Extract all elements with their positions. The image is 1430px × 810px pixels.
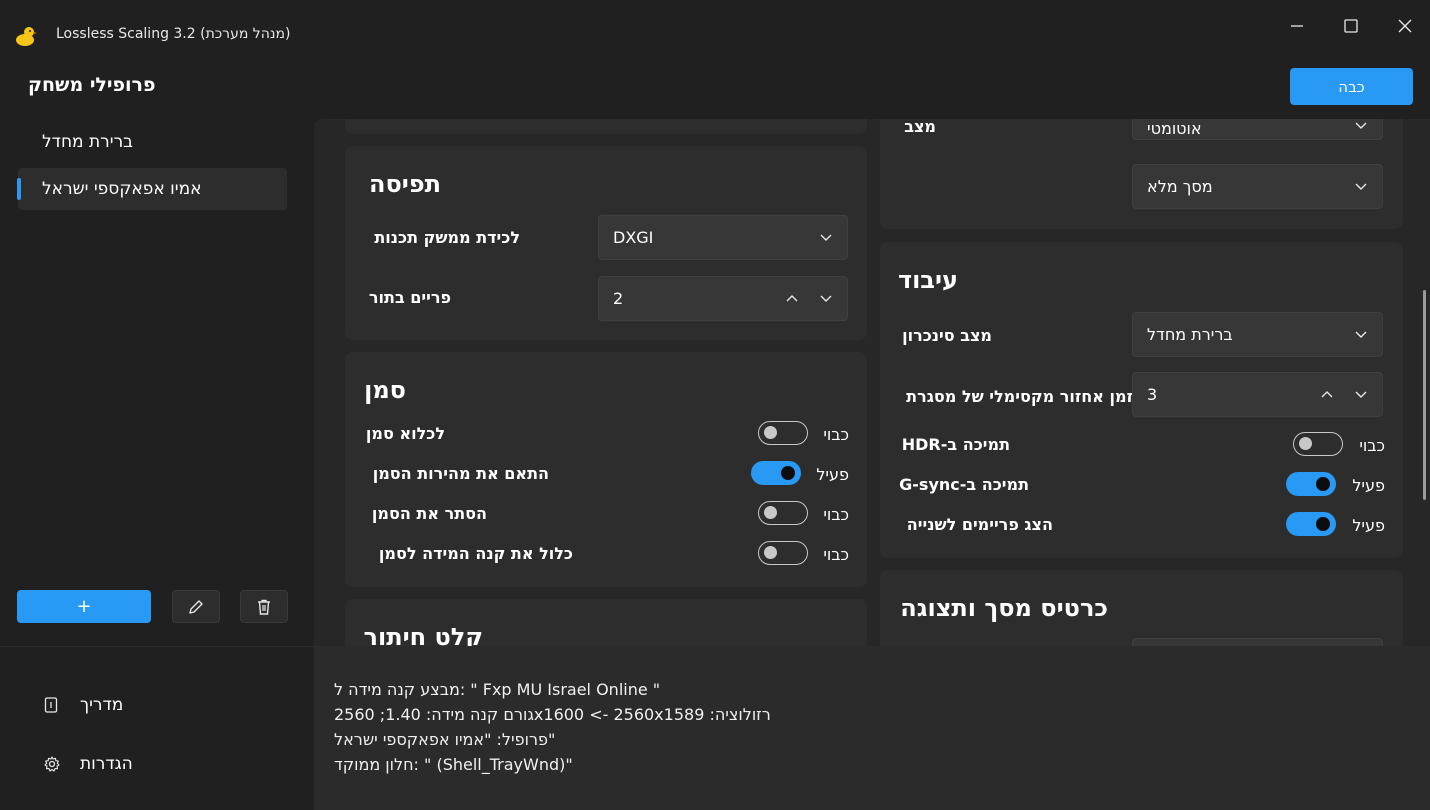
turn-off-button[interactable]: כבה [1290,68,1413,105]
scale-cursor-state: כבוי [823,545,849,564]
fullscreen-value: מסך מלא [1147,177,1213,196]
gsync-support-state: פעיל [1352,476,1385,495]
settings-label: הגדרות [80,754,133,774]
maximize-icon [1344,19,1358,33]
info-line-focused-window: חלון ממוקד: " (Shell_TrayWnd)" [334,755,573,774]
draw-fps-toggle[interactable] [1286,512,1336,536]
chevron-down-icon [1355,183,1367,190]
hdr-support-label: תמיכה ב-HDR [901,435,1010,454]
title-bar: Lossless Scaling 3.2 (מנהל מערכת) [0,0,1430,60]
gpu-dropdown[interactable] [1132,638,1383,646]
hdr-support-toggle[interactable] [1293,432,1343,456]
max-frame-latency-stepper[interactable]: 3 [1132,372,1383,417]
scaling-info-panel: מבצע קנה מידה ל: " Fxp MU Israel Online … [314,646,1430,810]
gpu-display-title: כרטיס מסך ותצוגה [900,594,1108,622]
hdr-support-state: כבוי [1359,436,1385,455]
draw-fps-label: הצג פריימים לשנייה [906,515,1053,534]
clip-cursor-toggle[interactable] [758,421,808,445]
scrollbar-thumb[interactable] [1423,290,1426,500]
crop-input-card: קלט חיתור [345,599,867,646]
mode-label: מצב [904,119,936,136]
chevron-down-icon[interactable] [1354,387,1368,401]
maximize-button[interactable] [1324,0,1378,52]
chevron-down-icon [1355,331,1367,338]
minimize-icon [1291,25,1303,27]
chevron-down-icon [1355,122,1367,129]
guide-nav-item[interactable]: מדריך [44,695,123,715]
processing-card: עיבוד מצב סינכרון ברירת מחדל זמן אחזור מ… [880,242,1403,558]
mode-value: אוטומטי [1147,119,1202,138]
sync-mode-label: מצב סינכרון [902,326,992,345]
pencil-icon [189,599,203,614]
info-line-scale-factor: גורם קנה מידה: 1.40; 2560x1600 <- 2560x1… [334,705,771,724]
adjust-cursor-speed-label: התאם את מהירות הסמן [372,464,549,483]
duck-logo-icon [16,27,37,46]
capture-card: תפיסה לכידת ממשק תכנות DXGI פריים בתור 2 [345,146,867,340]
book-icon [44,697,58,713]
cursor-card: סמן לכלוא סמן כבוי התאם את מהירות הסמן פ… [345,352,867,587]
capture-title: תפיסה [368,170,441,198]
app-title: Lossless Scaling 3.2 (מנהל מערכת) [56,26,291,42]
clip-cursor-label: לכלוא סמן [365,424,445,443]
mode-dropdown[interactable]: אוטומטי [1132,119,1383,140]
edit-profile-button[interactable] [172,590,220,623]
delete-profile-button[interactable] [240,590,288,623]
capture-api-label: לכידת ממשק תכנות [374,228,520,247]
page-title: פרופילי משחק [28,74,156,96]
selected-indicator [17,178,21,200]
hide-cursor-toggle[interactable] [758,501,808,525]
queue-frames-value: 2 [613,289,624,308]
adjust-cursor-speed-toggle[interactable] [751,461,801,485]
crop-input-title: קלט חיתור [363,623,483,646]
profile-settings-panel[interactable]: תפיסה לכידת ממשק תכנות DXGI פריים בתור 2… [314,119,1430,646]
minimize-button[interactable] [1270,0,1324,52]
capture-api-dropdown[interactable]: DXGI [598,215,848,260]
sidebar-item-label: ברירת מחדל [42,132,133,152]
info-line-scaling-target: מבצע קנה מידה ל: " Fxp MU Israel Online … [334,680,661,699]
mode-card: מצב אוטומטי מסך מלא [880,119,1403,229]
scale-cursor-label: כלול את קנה המידה לסמן [378,544,573,563]
close-button[interactable] [1378,0,1430,52]
queue-frames-label: פריים בתור [368,288,451,307]
chevron-down-icon[interactable] [819,291,833,305]
sync-mode-value: ברירת מחדל [1147,325,1233,344]
gsync-support-label: תמיכה ב-G-sync [899,475,1029,494]
add-profile-button[interactable]: + [17,590,151,623]
chevron-up-icon[interactable] [1320,387,1334,401]
hide-cursor-label: הסתר את הסמן [371,504,487,523]
cursor-title: סמן [364,376,406,404]
fullscreen-dropdown[interactable]: מסך מלא [1132,164,1383,209]
info-line-profile: פרופיל: "אמיו אפאקספי ישראל" [334,730,556,749]
card-top-remnant [345,119,867,134]
max-frame-latency-label: זמן אחזור מקסימלי של מסגרת [906,387,1133,406]
sidebar-item-label: אמיו אפאקספי ישראל [42,179,202,199]
gear-icon [44,756,60,772]
gsync-support-toggle[interactable] [1286,472,1336,496]
draw-fps-state: פעיל [1352,516,1385,535]
sync-mode-dropdown[interactable]: ברירת מחדל [1132,312,1383,357]
sidebar-item-mu-profile[interactable]: אמיו אפאקספי ישראל [18,168,287,210]
hide-cursor-state: כבוי [823,505,849,524]
adjust-cursor-speed-state: פעיל [816,465,849,484]
guide-label: מדריך [80,695,124,715]
settings-nav-item[interactable]: הגדרות [44,754,133,774]
scale-cursor-toggle[interactable] [758,541,808,565]
clip-cursor-state: כבוי [823,425,849,444]
chevron-up-icon[interactable] [785,291,799,305]
queue-frames-stepper[interactable]: 2 [598,276,848,321]
chevron-down-icon [820,234,832,241]
close-icon [1398,19,1412,33]
sidebar-item-default-profile[interactable]: ברירת מחדל [18,121,287,163]
max-frame-latency-value: 3 [1147,385,1158,404]
gpu-display-card: כרטיס מסך ותצוגה [880,570,1403,646]
trash-icon [258,599,270,615]
capture-api-value: DXGI [613,228,654,247]
processing-title: עיבוד [897,266,958,294]
